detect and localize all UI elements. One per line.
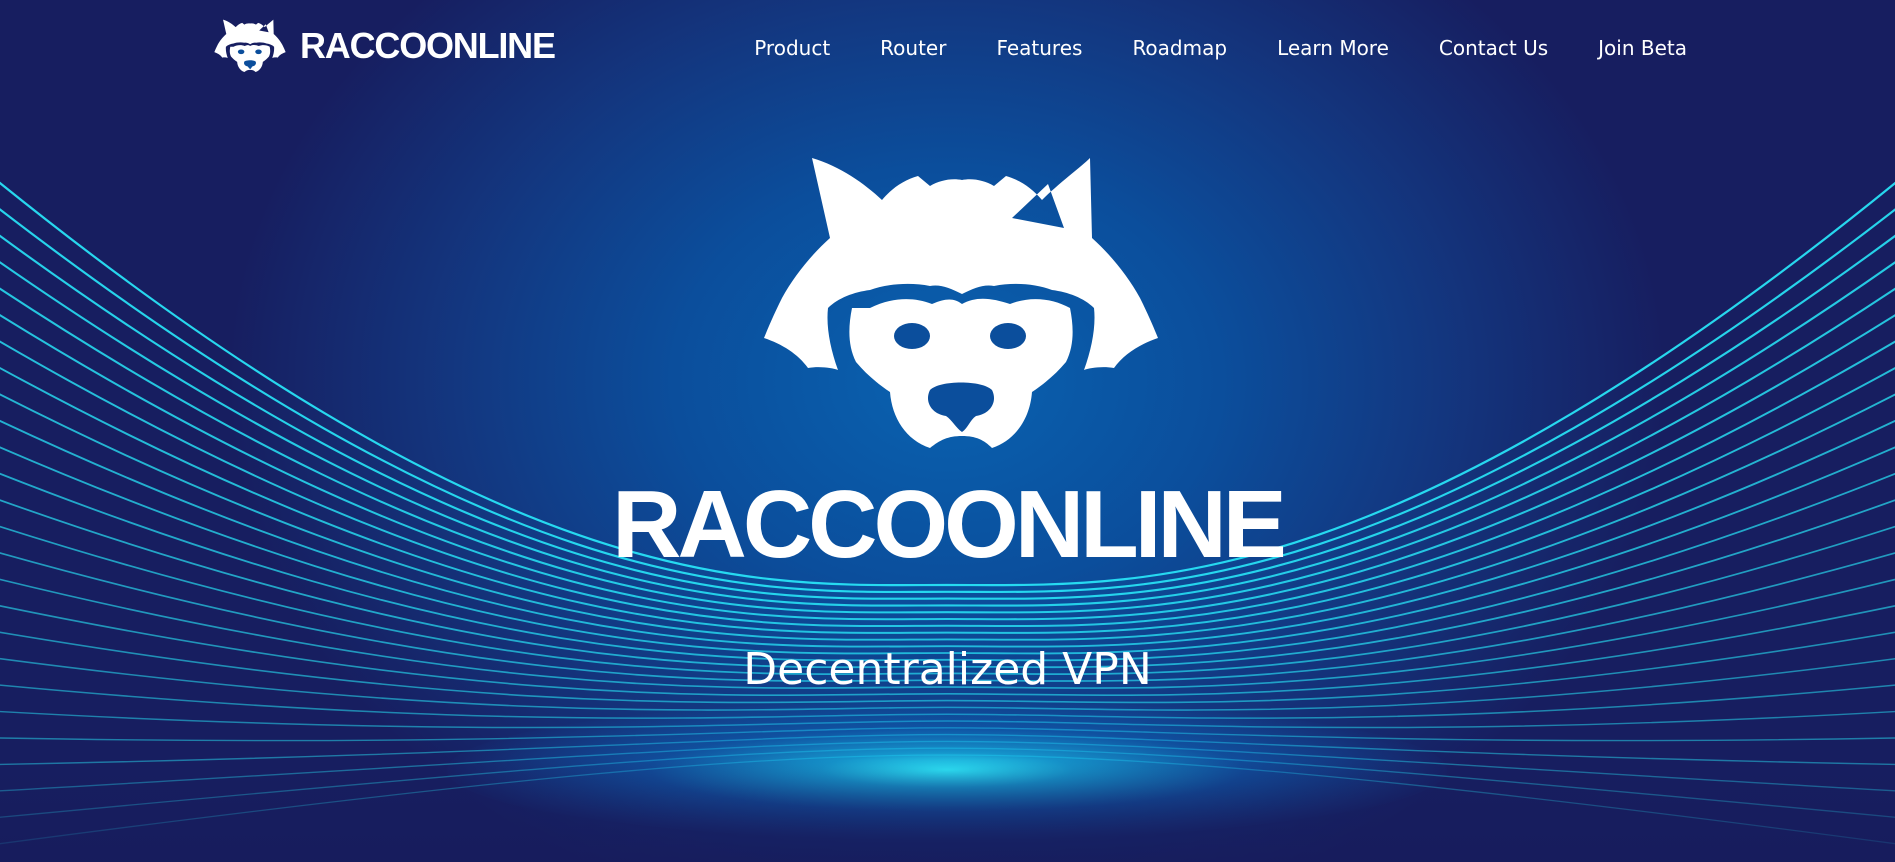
top-navbar: RACCOONLINE Product Router Features Road… bbox=[0, 0, 1895, 100]
nav-product[interactable]: Product bbox=[754, 36, 830, 60]
nav-learn-more[interactable]: Learn More bbox=[1277, 36, 1389, 60]
raccoon-head-icon bbox=[764, 158, 1158, 448]
nav-router[interactable]: Router bbox=[880, 36, 946, 60]
raccoon-head-icon bbox=[214, 19, 286, 73]
nav-join-beta[interactable]: Join Beta bbox=[1598, 36, 1687, 60]
nav-features[interactable]: Features bbox=[996, 36, 1082, 60]
brand-home-link[interactable]: RACCOONLINE bbox=[210, 18, 556, 74]
brand-name: RACCOONLINE bbox=[300, 25, 556, 66]
bottom-shade bbox=[0, 760, 1895, 862]
main-nav: Product Router Features Roadmap Learn Mo… bbox=[754, 36, 1687, 60]
hero-subtitle: Decentralized VPN bbox=[743, 644, 1152, 695]
nav-contact-us[interactable]: Contact Us bbox=[1439, 36, 1548, 60]
hero-title: RACCOONLINE bbox=[612, 471, 1287, 578]
landing-page: RACCOONLINE Product Router Features Road… bbox=[0, 0, 1895, 862]
nav-roadmap[interactable]: Roadmap bbox=[1132, 36, 1227, 60]
